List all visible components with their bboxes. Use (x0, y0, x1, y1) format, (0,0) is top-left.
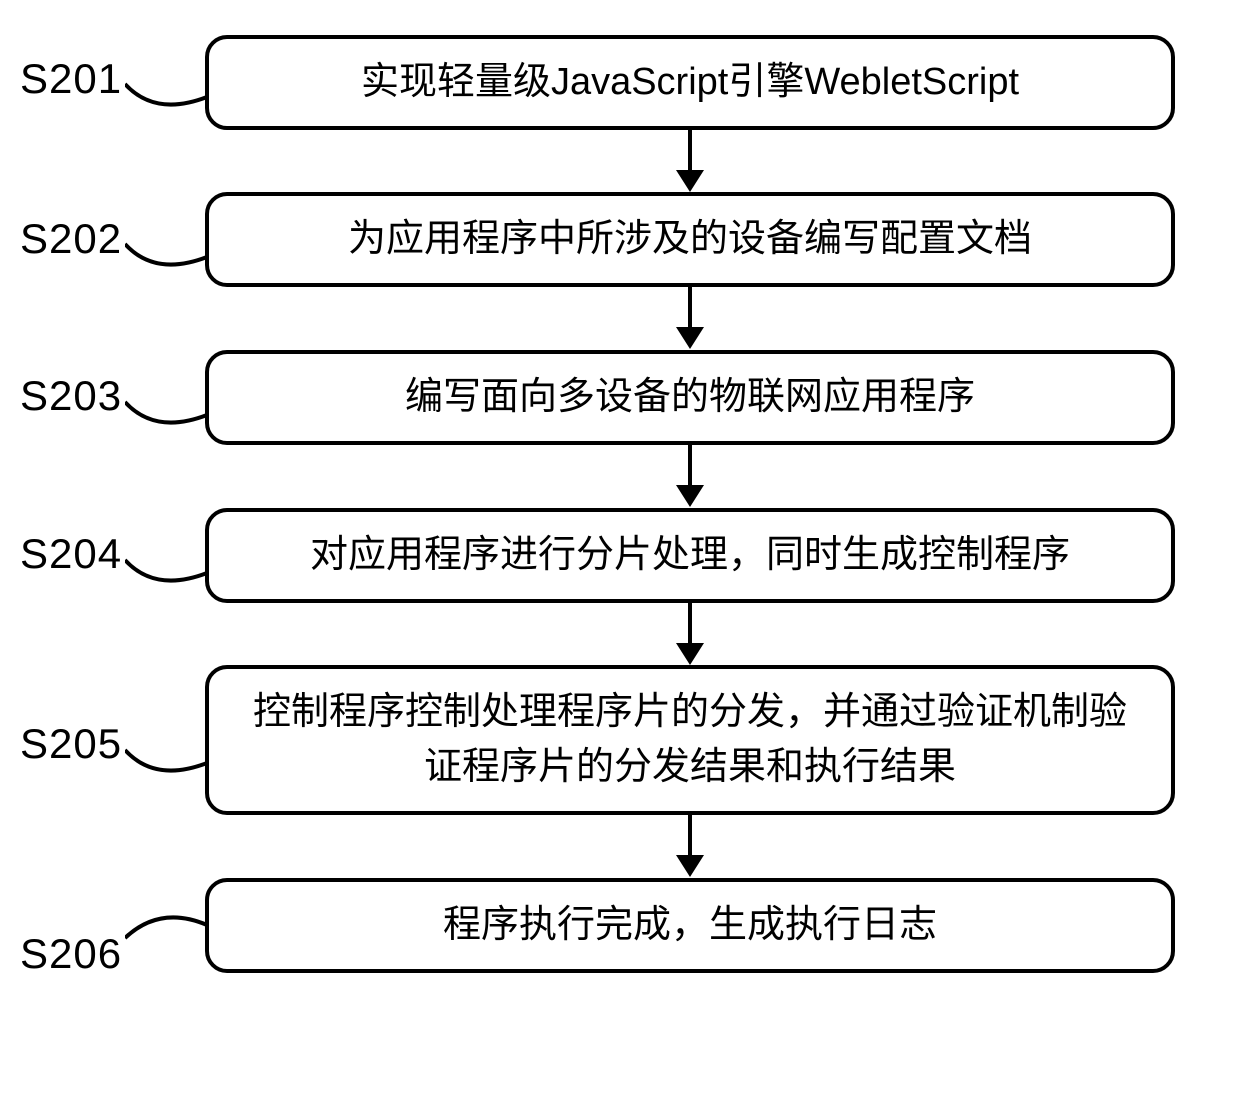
step-box-S202: 为应用程序中所涉及的设备编写配置文档 (205, 192, 1175, 287)
step-text-S205: 控制程序控制处理程序片的分发，并通过验证机制验证程序片的分发结果和执行结果 (239, 685, 1141, 795)
connector-S205 (125, 728, 215, 788)
step-label-S203: S203 (20, 372, 122, 420)
step-label-S204: S204 (20, 530, 122, 578)
connector-S201 (125, 62, 215, 122)
step-box-S206: 程序执行完成，生成执行日志 (205, 878, 1175, 973)
step-label-S205: S205 (20, 720, 122, 768)
step-label-S201: S201 (20, 55, 122, 103)
step-text-S206: 程序执行完成，生成执行日志 (443, 898, 937, 953)
step-box-S205: 控制程序控制处理程序片的分发，并通过验证机制验证程序片的分发结果和执行结果 (205, 665, 1175, 815)
step-box-S203: 编写面向多设备的物联网应用程序 (205, 350, 1175, 445)
flowchart-canvas: S201 实现轻量级JavaScript引擎WebletScript S202 … (0, 0, 1240, 1093)
connector-S203 (125, 380, 215, 440)
step-text-S201: 实现轻量级JavaScript引擎WebletScript (361, 55, 1019, 110)
step-text-S202: 为应用程序中所涉及的设备编写配置文档 (348, 212, 1032, 267)
step-text-S204: 对应用程序进行分片处理，同时生成控制程序 (310, 528, 1070, 583)
step-label-S206: S206 (20, 930, 122, 978)
connector-S202 (125, 222, 215, 282)
step-box-S204: 对应用程序进行分片处理，同时生成控制程序 (205, 508, 1175, 603)
connector-S206 (125, 900, 215, 960)
step-box-S201: 实现轻量级JavaScript引擎WebletScript (205, 35, 1175, 130)
connector-S204 (125, 538, 215, 598)
step-text-S203: 编写面向多设备的物联网应用程序 (405, 370, 975, 425)
step-label-S202: S202 (20, 215, 122, 263)
